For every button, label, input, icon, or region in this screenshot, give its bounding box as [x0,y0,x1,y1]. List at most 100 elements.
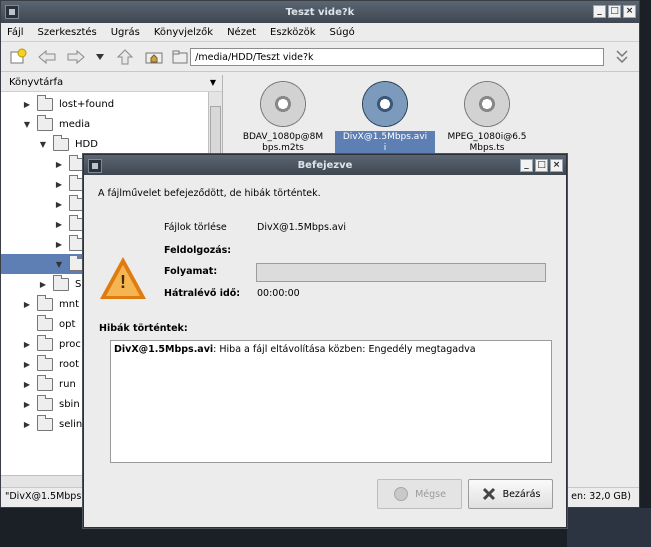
tree-item-label: sbin [59,398,80,410]
errors-title: Hibák történtek: [99,323,188,334]
folder-icon [37,294,53,311]
file-item[interactable]: MPEG_1080i@6.5 Mbps.ts [437,81,537,155]
folder-icon [37,94,53,111]
collapsed-arrow-icon[interactable]: ▶ [53,200,65,209]
remaining-time-label: Hátralévő idő: [164,288,241,299]
history-dropdown-button[interactable] [94,46,107,68]
collapsed-arrow-icon[interactable]: ▶ [53,220,65,229]
dialog-titlebar[interactable]: Befejezve _ □ × [84,155,566,175]
video-file-icon [464,81,510,127]
progress-label: Folyamat: [164,266,218,277]
menubar: Fájl Szerkesztés Ugrás Könyvjelzők Nézet… [1,23,639,42]
collapsed-arrow-icon[interactable]: ▶ [37,280,49,289]
tree-item[interactable]: ▼ HDD [1,134,207,154]
maximize-button[interactable]: □ [608,5,621,18]
collapsed-arrow-icon[interactable]: ▶ [53,240,65,249]
window-menu-icon[interactable] [88,159,102,173]
toolbar: /media/HDD/Teszt vide?k [1,42,639,72]
close-button[interactable]: × [623,5,636,18]
home-folder-icon [145,52,163,63]
tree-item-label: media [59,118,91,130]
go-arrows-icon [616,49,628,63]
error-file-name: DivX@1.5Mbps.avi [114,344,214,355]
delete-value: DivX@1.5Mbps.avi [257,222,347,233]
collapsed-arrow-icon[interactable]: ▶ [21,300,33,309]
file-name: BDAV_1080p@8M [242,132,324,142]
menu-view[interactable]: Nézet [227,27,256,38]
tree-item-label: run [59,378,76,390]
file-name-cont: Mbps.ts [469,143,505,153]
collapsed-arrow-icon[interactable]: ▶ [21,400,33,409]
tree-item-label: root [59,358,80,370]
collapsed-arrow-icon[interactable]: ▶ [21,380,33,389]
window-menu-icon[interactable] [5,5,19,19]
minimize-button[interactable]: _ [593,5,606,18]
menu-bookmarks[interactable]: Könyvjelzők [154,27,213,38]
tree-item-label: HDD [75,138,98,150]
menu-help[interactable]: Súgó [330,27,355,38]
dialog-minimize-button[interactable]: _ [520,159,533,172]
dialog-message: A fájlművelet befejeződött, de hibák tör… [98,188,321,199]
folder-icon [37,314,53,331]
video-file-icon [362,81,408,127]
expanded-arrow-icon[interactable]: ▼ [53,260,65,269]
file-item-selected[interactable]: DivX@1.5Mbps.avi i [335,81,435,155]
file-name: MPEG_1080i@6.5 [447,132,527,142]
collapsed-arrow-icon[interactable]: ▶ [21,100,33,109]
error-list[interactable]: DivX@1.5Mbps.avi: Hiba a fájl eltávolítá… [110,340,552,463]
error-dialog: Befejezve _ □ × A fájlművelet befejeződö… [83,154,567,528]
cancel-icon [393,486,409,502]
processing-label: Feldolgozás: [164,245,232,256]
file-name-cont: i [383,143,387,153]
tree-item-label: opt [59,318,76,330]
expanded-arrow-icon[interactable]: ▼ [21,120,33,129]
dialog-maximize-button[interactable]: □ [535,159,548,172]
status-text-right: en: 32,0 GB) [571,491,631,502]
tree-item-label: mnt [59,298,79,310]
menu-tools[interactable]: Eszközök [270,27,316,38]
window-titlebar[interactable]: Teszt vide?k _ □ × [1,1,639,23]
menu-go[interactable]: Ugrás [111,27,140,38]
collapsed-arrow-icon[interactable]: ▶ [21,340,33,349]
back-button[interactable] [36,46,59,68]
cancel-button[interactable]: Mégse [377,479,462,509]
tree-item[interactable]: ▶ lost+found [1,94,207,114]
close-dialog-button[interactable]: Bezárás [468,479,553,509]
folder-icon [172,50,188,63]
collapsed-arrow-icon[interactable]: ▶ [53,180,65,189]
chevron-down-icon [96,53,105,60]
back-arrow-icon [38,49,56,64]
up-button[interactable] [113,46,136,68]
video-file-icon [260,81,306,127]
collapsed-arrow-icon[interactable]: ▶ [53,160,65,169]
folder-icon [37,394,53,411]
file-name-cont: bps.m2ts [262,143,304,153]
sidebar-header[interactable]: Könyvtárfa ▼ [1,75,222,92]
new-tab-button[interactable] [7,46,30,68]
file-name: DivX@1.5Mbps.avi [342,132,428,142]
forward-button[interactable] [65,46,88,68]
folder-icon [53,134,69,151]
menu-edit[interactable]: Szerkesztés [38,27,97,38]
remaining-time-value: 00:00:00 [257,288,300,299]
collapsed-arrow-icon[interactable]: ▶ [21,420,33,429]
dialog-close-button[interactable]: × [550,159,563,172]
tree-item-label: proc [59,338,81,350]
menu-file[interactable]: Fájl [7,27,24,38]
up-arrow-icon [116,48,133,64]
chevron-down-icon[interactable]: ▼ [210,75,216,91]
close-button-label: Bezárás [502,488,541,500]
go-button[interactable] [610,46,633,68]
location-input[interactable]: /media/HDD/Teszt vide?k [190,47,605,66]
tree-item-label: lost+found [59,98,115,110]
folder-icon [37,114,53,131]
folder-icon [37,354,53,371]
status-text-left: "DivX@1.5Mbps [5,491,82,502]
error-message: : Hiba a fájl eltávolítása közben: Enged… [213,344,476,355]
collapsed-arrow-icon[interactable]: ▶ [21,360,33,369]
home-button[interactable] [142,46,165,68]
tree-item[interactable]: ▼ media [1,114,207,134]
expanded-arrow-icon[interactable]: ▼ [37,140,49,149]
sidebar-title: Könyvtárfa [9,77,64,88]
file-item[interactable]: BDAV_1080p@8M bps.m2ts [233,81,333,155]
